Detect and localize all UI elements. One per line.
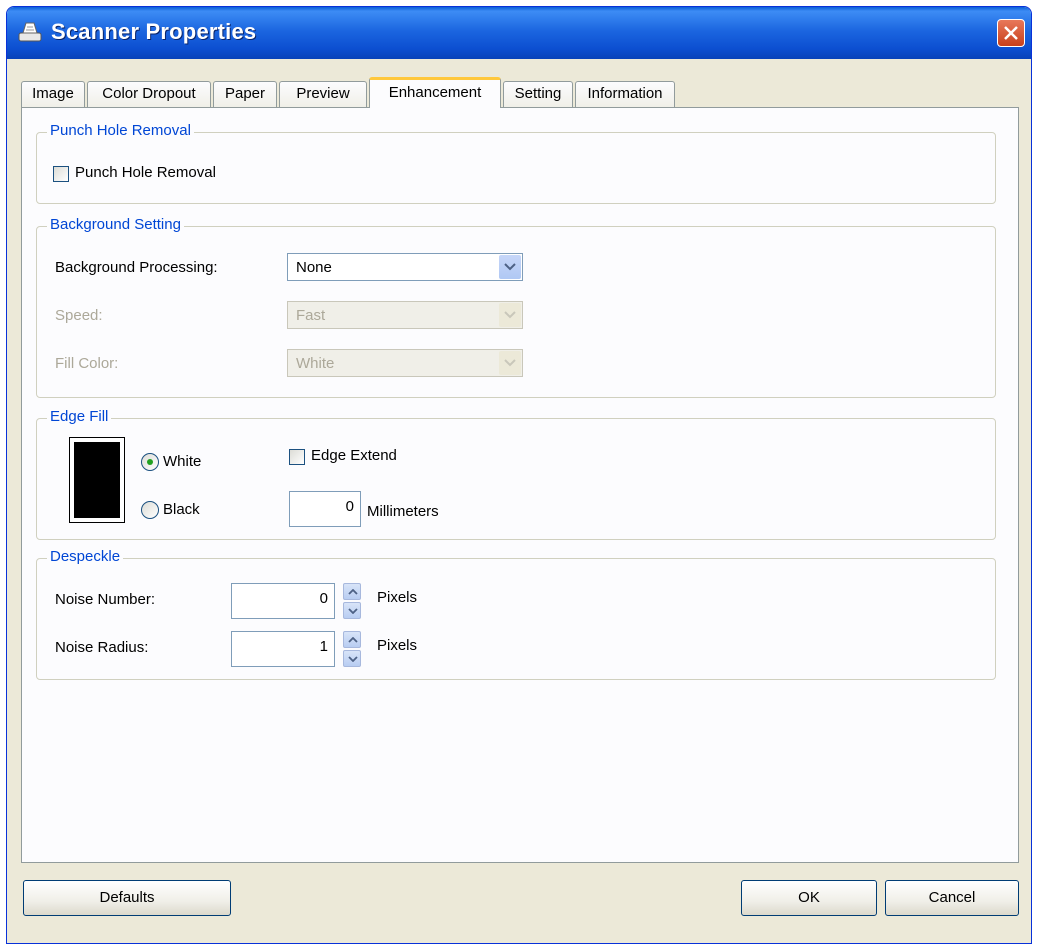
edge-fill-preview: [69, 437, 125, 523]
edge-extend-checkbox[interactable]: [289, 449, 305, 465]
edge-extend-label: Edge Extend: [311, 447, 397, 464]
ok-button[interactable]: OK: [741, 880, 877, 916]
tab-image[interactable]: Image: [21, 81, 85, 107]
noise-radius-unit: Pixels: [377, 637, 418, 654]
millimeters-input[interactable]: 0: [289, 491, 361, 527]
background-processing-select[interactable]: None: [287, 253, 523, 281]
chevron-down-icon: [499, 255, 521, 279]
close-icon: [1004, 26, 1018, 40]
noise-number-input[interactable]: 0: [231, 583, 335, 619]
white-radio-label: White: [163, 453, 202, 470]
edge-fill-group: Edge Fill White Black Edge Extend 0 Mill…: [36, 408, 996, 540]
noise-number-label: Noise Number:: [55, 591, 156, 608]
defaults-button[interactable]: Defaults: [23, 880, 231, 916]
window-title: Scanner Properties: [51, 19, 257, 44]
background-processing-label: Background Processing:: [55, 259, 218, 276]
spin-up-icon[interactable]: [343, 631, 361, 648]
noise-radius-input[interactable]: 1: [231, 631, 335, 667]
punch-hole-checkbox[interactable]: [53, 166, 69, 182]
punch-hole-checkbox-label: Punch Hole Removal: [75, 164, 216, 181]
noise-radius-label: Noise Radius:: [55, 639, 149, 656]
noise-number-unit: Pixels: [377, 589, 418, 606]
despeckle-group: Despeckle Noise Number: 0 Pixels Noise R…: [36, 548, 996, 680]
cancel-button[interactable]: Cancel: [885, 880, 1019, 916]
noise-radius-spinner[interactable]: [343, 631, 361, 667]
punch-hole-group: Punch Hole Removal Punch Hole Removal: [36, 122, 996, 204]
tab-preview[interactable]: Preview: [279, 81, 367, 107]
chevron-down-icon: [499, 351, 521, 375]
tab-color-dropout[interactable]: Color Dropout: [87, 81, 211, 107]
enhancement-panel: Punch Hole Removal Punch Hole Removal Ba…: [21, 107, 1019, 863]
speed-value: Fast: [296, 307, 326, 324]
fill-color-select: White: [287, 349, 523, 377]
white-radio[interactable]: [141, 453, 159, 471]
fill-color-label: Fill Color:: [55, 355, 119, 372]
close-button[interactable]: [997, 19, 1025, 47]
spin-up-icon[interactable]: [343, 583, 361, 600]
tab-information[interactable]: Information: [575, 81, 675, 107]
tab-enhancement[interactable]: Enhancement: [369, 77, 501, 108]
scanner-icon: [18, 22, 42, 42]
scanner-properties-window: Scanner Properties Image Color Dropout P…: [6, 6, 1032, 944]
millimeters-label: Millimeters: [367, 503, 439, 520]
fill-color-value: White: [296, 355, 335, 372]
background-processing-value: None: [296, 259, 332, 276]
tab-setting[interactable]: Setting: [503, 81, 573, 107]
despeckle-legend: Despeckle: [47, 548, 124, 565]
speed-select: Fast: [287, 301, 523, 329]
black-radio[interactable]: [141, 501, 159, 519]
edge-fill-legend: Edge Fill: [47, 408, 112, 425]
title-bar: Scanner Properties: [7, 7, 1031, 59]
spin-down-icon[interactable]: [343, 650, 361, 667]
tab-paper[interactable]: Paper: [213, 81, 277, 107]
background-setting-group: Background Setting Background Processing…: [36, 216, 996, 398]
speed-label: Speed:: [55, 307, 103, 324]
spin-down-icon[interactable]: [343, 602, 361, 619]
punch-hole-legend: Punch Hole Removal: [47, 122, 194, 139]
background-setting-legend: Background Setting: [47, 216, 184, 233]
noise-number-spinner[interactable]: [343, 583, 361, 619]
chevron-down-icon: [499, 303, 521, 327]
black-radio-label: Black: [163, 501, 200, 518]
